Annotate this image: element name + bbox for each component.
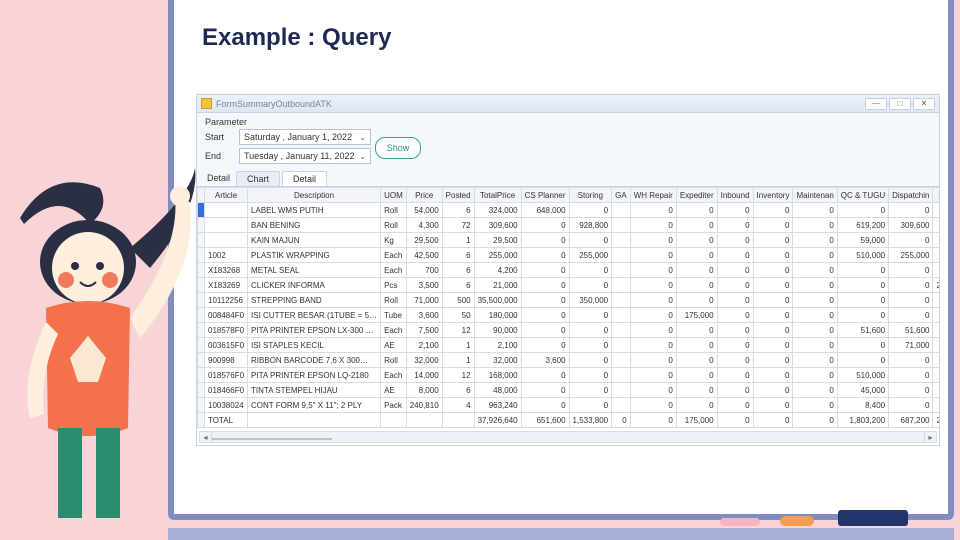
titlebar[interactable]: FormSummaryOutboundATK — □ ✕ — [197, 95, 939, 113]
table-row[interactable]: 10038024CONT FORM 9,5" X 11"; 2 PLYPack2… — [198, 398, 940, 413]
end-date-value: Tuesday , January 11, 2022 — [244, 151, 355, 161]
column-header[interactable]: Inventory — [753, 188, 793, 203]
table-row[interactable]: 10112256STREPPING BANDRoll71,00050035,50… — [198, 293, 940, 308]
column-header[interactable]: TotalPrice — [474, 188, 521, 203]
table-row[interactable]: 008484F0ISI CUTTER BESAR (1TUBE = 5…Tube… — [198, 308, 940, 323]
mode-label: Detail — [201, 173, 236, 183]
board-shelf — [168, 528, 954, 540]
column-header[interactable]: UOM — [381, 188, 407, 203]
start-label: Start — [205, 132, 233, 142]
eraser — [838, 510, 908, 526]
close-button[interactable]: ✕ — [913, 98, 935, 110]
maximize-button[interactable]: □ — [889, 98, 911, 110]
table-row[interactable]: 1002PLASTIK WRAPPINGEach42,5006255,00002… — [198, 248, 940, 263]
orange-marker — [780, 516, 814, 526]
table-row[interactable]: 003615F0ISI STAPLES KECILAE2,10012,10000… — [198, 338, 940, 353]
data-grid[interactable]: ArticleDescriptionUOMPricePostedTotalPri… — [197, 187, 939, 445]
end-label: End — [205, 151, 233, 161]
whiteboard-frame: Example : Query FormSummaryOutboundATK —… — [168, 0, 954, 520]
scroll-left-icon[interactable]: ◂ — [200, 432, 212, 442]
table-row[interactable]: 018578F0PITA PRINTER EPSON LX-300 …Each7… — [198, 323, 940, 338]
show-button[interactable]: Show — [375, 137, 421, 159]
table-row[interactable]: KAIN MAJUNKg29,500129,500000000059,0000 — [198, 233, 940, 248]
column-header[interactable]: Inbound — [717, 188, 753, 203]
chevron-down-icon: ⌄ — [359, 133, 366, 142]
whiteboard: Example : Query FormSummaryOutboundATK —… — [174, 0, 948, 514]
slide-title: Example : Query — [202, 24, 391, 52]
table-row[interactable]: 018466F0TINTA STEMPEL HIJAUAE8,000648,00… — [198, 383, 940, 398]
column-header[interactable]: Article — [205, 188, 248, 203]
column-header[interactable]: WH Repair — [630, 188, 676, 203]
table-row[interactable]: X183269CLICKER INFORMAPcs3,500621,000000… — [198, 278, 940, 293]
tabstrip: Detail Chart Detail — [197, 169, 939, 187]
table-row[interactable]: 018576F0PITA PRINTER EPSON LQ-2180Each14… — [198, 368, 940, 383]
column-header[interactable]: Maintenan — [793, 188, 837, 203]
column-header[interactable]: Expediter — [676, 188, 717, 203]
column-header[interactable]: Posted — [442, 188, 474, 203]
start-date-value: Saturday , January 1, 2022 — [244, 132, 352, 142]
column-header[interactable]: Description — [248, 188, 381, 203]
window-title: FormSummaryOutboundATK — [216, 99, 332, 109]
chevron-down-icon: ⌄ — [359, 152, 366, 161]
tab-chart[interactable]: Chart — [236, 171, 280, 186]
start-date-picker[interactable]: Saturday , January 1, 2022 ⌄ — [239, 129, 371, 145]
parameter-group: Parameter Start Saturday , January 1, 20… — [197, 113, 939, 169]
app-window: FormSummaryOutboundATK — □ ✕ Parameter S… — [196, 94, 940, 446]
column-header[interactable]: GA — [612, 188, 631, 203]
end-date-picker[interactable]: Tuesday , January 11, 2022 ⌄ — [239, 148, 371, 164]
parameter-label: Parameter — [205, 117, 931, 127]
table-row[interactable]: LABEL WMS PUTIHRoll54,0006324,000648,000… — [198, 203, 940, 218]
table-row[interactable]: 900998RIBBON BARCODE 7,6 X 300…Roll32,00… — [198, 353, 940, 368]
horizontal-scrollbar[interactable]: ◂ ▸ — [199, 431, 937, 443]
column-header[interactable]: CS Planner — [521, 188, 569, 203]
app-icon — [201, 98, 212, 109]
column-header[interactable]: Price — [406, 188, 442, 203]
table-row[interactable]: BAN BENINGRoll4,30072309,6000928,8000000… — [198, 218, 940, 233]
total-row: TOTAL37,926,640651,6001,533,80000175,000… — [198, 413, 940, 428]
scroll-right-icon[interactable]: ▸ — [924, 432, 936, 442]
column-header[interactable]: LP — [933, 188, 939, 203]
pink-marker — [720, 518, 760, 526]
table-row[interactable]: X183268METAL SEALEach70064,2000000000002… — [198, 263, 940, 278]
tab-detail[interactable]: Detail — [282, 171, 327, 186]
column-header[interactable]: Storing — [569, 188, 612, 203]
column-header[interactable]: Dispatchin — [889, 188, 933, 203]
scroll-thumb[interactable] — [212, 438, 332, 440]
minimize-button[interactable]: — — [865, 98, 887, 110]
column-header[interactable]: QC & TUGU — [837, 188, 888, 203]
